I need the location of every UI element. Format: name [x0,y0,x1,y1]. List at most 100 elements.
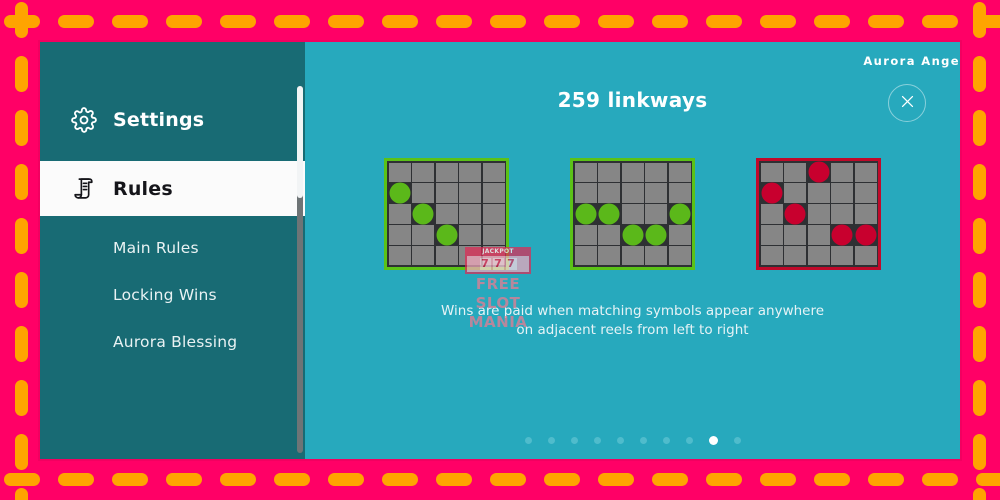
frame-dash [652,14,688,28]
pagination-dot-7[interactable] [662,437,670,444]
reel-cell [621,183,644,203]
screen-root: Settings Rules Main Rules Locking Wins A… [0,0,1000,500]
reel-cell [412,183,434,203]
caption-line-2: on adjacent reels from left to right [516,322,749,338]
reel-cell [435,204,458,224]
scroll-document-icon [69,174,99,204]
reel-cell [854,183,877,203]
frame-dash [972,110,986,146]
frame-dash [868,14,904,28]
frame-dash [58,14,94,28]
frame-dash [972,2,986,38]
reel-cell [645,162,667,182]
pagination-dot-1[interactable] [524,437,532,444]
pagination-dot-4[interactable] [593,437,601,444]
reel-cell [598,183,620,203]
frame-dash [328,14,364,28]
pagination-dot-3[interactable] [570,437,578,444]
reel-cell-symbol [598,204,620,224]
reel-cell [831,246,853,266]
reel-cell [598,246,620,266]
reel-cell [482,162,505,182]
pagination-dot-5[interactable] [616,437,624,444]
frame-dash [972,164,986,200]
pagination-dot-9[interactable] [708,436,718,445]
reel-cell [412,162,434,182]
reel-cell [459,204,481,224]
reel-cell-symbol [574,204,597,224]
reel-cell-symbol [784,204,806,224]
reel-cell [760,246,783,266]
info-dialog: Settings Rules Main Rules Locking Wins A… [40,42,960,459]
reel-cell-symbol [854,225,877,245]
reel-cell [598,162,620,182]
pagination-dot-6[interactable] [639,437,647,444]
sidebar-subitem-aurora-blessing[interactable]: Aurora Blessing [40,318,305,365]
frame-dashes-right [972,0,986,500]
reel-cell [668,162,691,182]
reel-cell [621,204,644,224]
reel-cell [760,225,783,245]
reel-cell [831,183,853,203]
reel-cell [760,162,783,182]
watermark-line-1: FREE [475,275,521,293]
reel-cell [645,183,667,203]
frame-dash [868,472,904,486]
frame-dash [112,472,148,486]
reel-cell [459,225,481,245]
frame-dash [14,488,28,500]
reel-cell-symbol [388,183,411,203]
reel-cell [807,246,830,266]
reel-cell [807,225,830,245]
frame-dash [652,472,688,486]
frame-dash [706,14,742,28]
reel-cell [459,183,481,203]
reel-cell-symbol [760,183,783,203]
reel-cell [435,183,458,203]
frame-dash [922,14,958,28]
reel-cell [784,246,806,266]
reel-cell [807,204,830,224]
frame-dash [706,472,742,486]
sidebar-item-rules[interactable]: Rules [40,161,305,216]
reel-cell [854,246,877,266]
pagination-dot-8[interactable] [685,437,693,444]
sidebar-item-settings[interactable]: Settings [40,92,305,147]
frame-dash [922,472,958,486]
pagination-dot-10[interactable] [733,437,741,444]
frame-dash [544,472,580,486]
frame-dash [382,14,418,28]
reel-cell [482,246,505,266]
reel-cell [854,162,877,182]
frame-dashes-bottom [0,472,1000,486]
pagination-dots [305,436,960,445]
sidebar-scrollbar-thumb[interactable] [297,86,303,198]
pagination-dot-2[interactable] [547,437,555,444]
frame-dash [14,434,28,470]
reel-cell [482,225,505,245]
reel-cell [574,183,597,203]
sidebar-subitem-main-rules[interactable]: Main Rules [40,224,305,271]
frame-dash [274,14,310,28]
sidebar-subitem-locking-wins[interactable]: Locking Wins [40,271,305,318]
reel-cell [760,204,783,224]
reel-cell [854,204,877,224]
reel-cell-symbol [412,204,434,224]
close-button[interactable] [888,84,926,122]
frame-dash [760,472,796,486]
reel-cell [435,246,458,266]
reel-cell [645,204,667,224]
frame-dash [166,472,202,486]
frame-dash [490,472,526,486]
frame-dash [972,434,986,470]
frame-dash [598,472,634,486]
reel-grid-3 [756,158,881,270]
reel-cell [668,183,691,203]
reel-cell [645,246,667,266]
reel-cell [807,183,830,203]
reel-cell-symbol [435,225,458,245]
reel-cell [831,204,853,224]
reel-cell [668,246,691,266]
frame-dash [382,472,418,486]
sidebar-subitem-aurora-blessing-label: Aurora Blessing [113,332,238,351]
